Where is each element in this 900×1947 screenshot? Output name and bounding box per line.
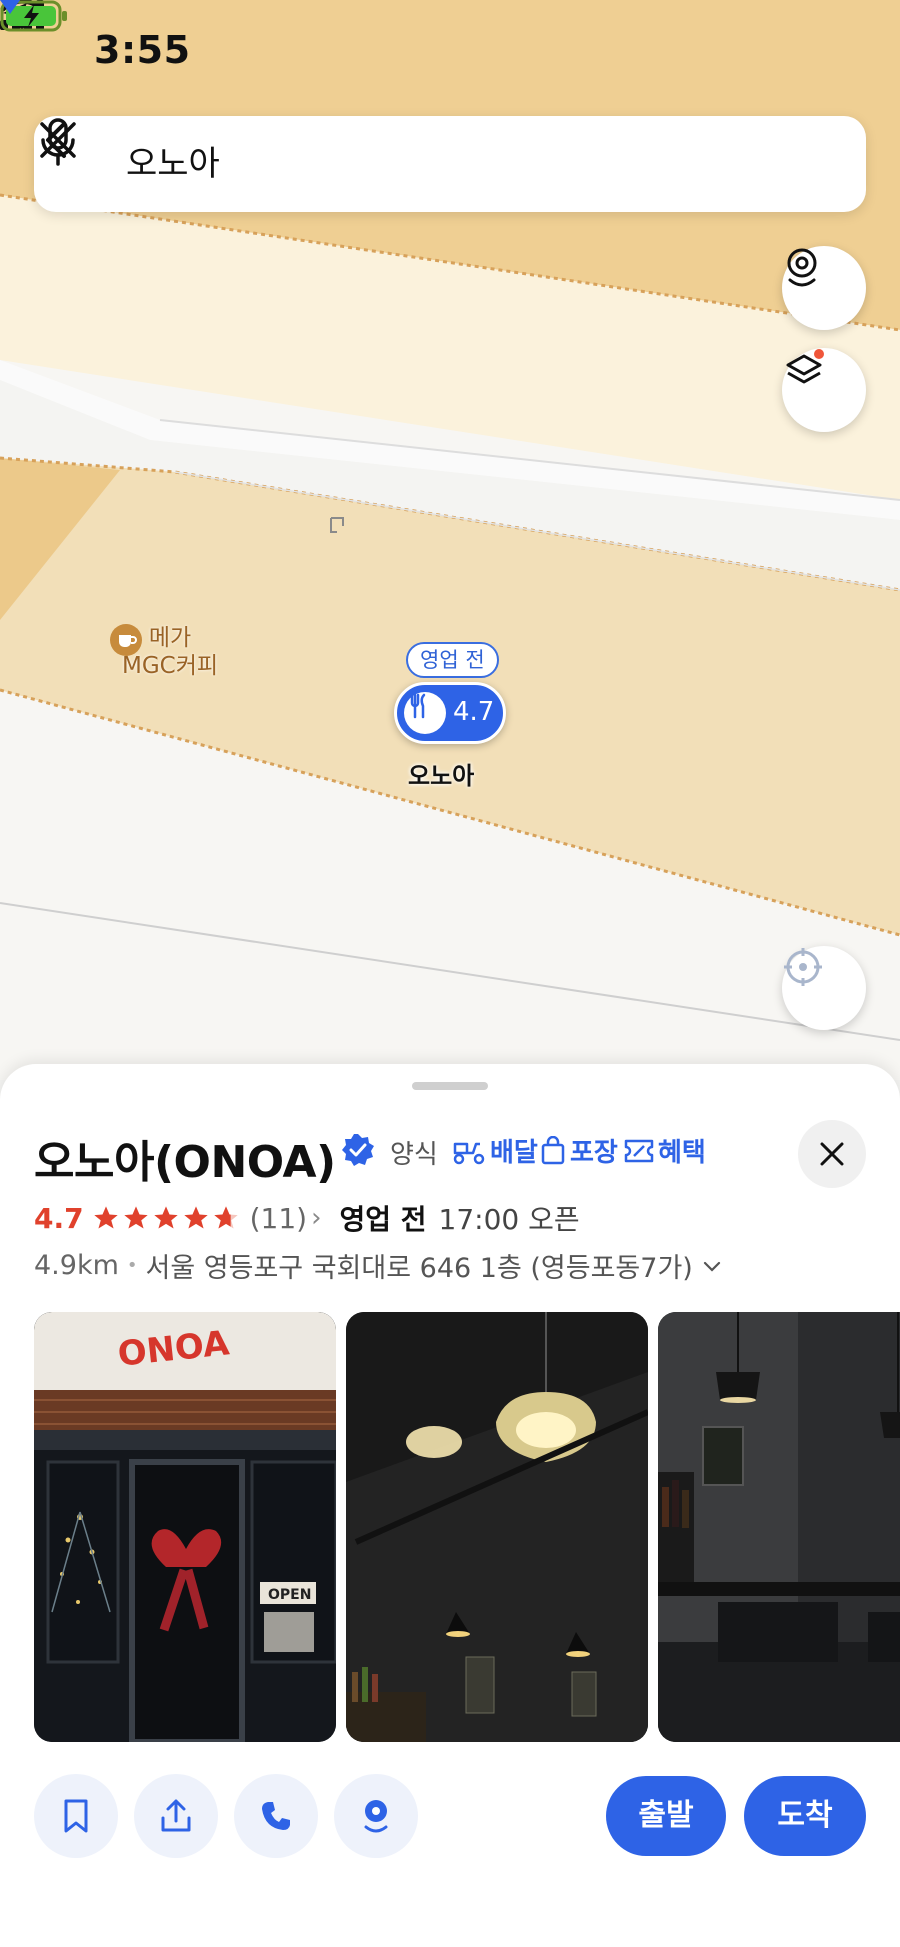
call-button[interactable]: [234, 1774, 318, 1858]
street-view-action-button[interactable]: [334, 1774, 418, 1858]
save-bookmark-button[interactable]: [34, 1774, 118, 1858]
restaurant-icon: [404, 692, 446, 734]
separator-dot: •: [126, 1255, 138, 1276]
map-view[interactable]: 3:55 오노아 메가 MGC커피 영업 전 4.7 오노아: [0, 0, 900, 1080]
poi-cafe[interactable]: 메가 MGC커피: [110, 624, 230, 680]
rating-row[interactable]: 4.7 (11) › 영업 전 17:00 오픈: [34, 1198, 580, 1238]
service-delivery[interactable]: 배달: [452, 1132, 538, 1169]
map-layers-button[interactable]: [782, 348, 866, 432]
search-query[interactable]: 오노아: [126, 140, 220, 188]
address-row[interactable]: 4.9km • 서울 영등포구 국회대로 646 1층 (영등포동7가): [34, 1246, 723, 1285]
photo-dining-room[interactable]: [658, 1312, 900, 1742]
pin-rating: 4.7: [453, 697, 495, 727]
pin-status-badge: 영업 전: [406, 642, 499, 678]
dining-room-photo: [658, 1312, 900, 1742]
sheet-drag-handle[interactable]: [412, 1082, 488, 1090]
pin-place-name: 오노아: [408, 762, 475, 790]
photo-carousel[interactable]: ONOA OPEN: [34, 1312, 900, 1742]
photo-interior-lamp[interactable]: [346, 1312, 648, 1742]
status-time: 3:55: [94, 28, 191, 72]
star-icon: [153, 1206, 178, 1229]
rating-score: 4.7: [34, 1201, 84, 1235]
open-status: 영업 전: [339, 1203, 427, 1236]
street-view-icon: [364, 1800, 388, 1833]
selected-place-pin[interactable]: 4.7: [394, 682, 506, 744]
phone-icon: [262, 1802, 290, 1830]
status-bar: 3:55: [0, 0, 900, 110]
photo-storefront[interactable]: ONOA OPEN: [34, 1312, 336, 1742]
star-half-icon: [213, 1206, 238, 1229]
current-location-button[interactable]: [782, 946, 866, 1030]
service-delivery-label: 배달: [490, 1138, 538, 1168]
star-icon: [123, 1206, 148, 1229]
service-takeout-label: 포장: [570, 1138, 618, 1168]
place-detail-sheet[interactable]: 오노아(ONOA) 양식 배달 포장 혜택 4.7 (11) › 영업 전 17…: [0, 1064, 900, 1947]
crosshair-icon: [784, 948, 822, 986]
chevron-right-icon: ›: [311, 1203, 322, 1233]
pin-tail: [0, 0, 20, 14]
share-button[interactable]: [134, 1774, 218, 1858]
storefront-photo: ONOA OPEN: [34, 1312, 336, 1742]
chevron-down-icon: [703, 1261, 720, 1272]
arrive-button[interactable]: 도착: [744, 1776, 866, 1856]
opening-hours: 17:00 오픈: [438, 1203, 580, 1236]
service-takeout[interactable]: 포장: [540, 1132, 618, 1169]
place-category: 양식: [390, 1140, 438, 1170]
coupon-icon: [624, 1139, 654, 1162]
depart-button[interactable]: 출발: [606, 1776, 726, 1856]
rating-stars: [92, 1204, 240, 1232]
layers-icon: [786, 349, 824, 384]
bookmark-icon: [64, 1799, 88, 1833]
service-benefit-label: 혜택: [658, 1138, 706, 1168]
review-count[interactable]: (11): [250, 1202, 307, 1235]
street-view-icon: [787, 248, 817, 287]
place-title: 오노아(ONOA): [34, 1137, 336, 1188]
shopping-bag-icon: [541, 1135, 565, 1164]
sheet-close-button[interactable]: [798, 1120, 866, 1188]
distance: 4.9km: [34, 1250, 119, 1281]
verified-badge-icon: [342, 1134, 374, 1166]
search-bar[interactable]: 오노아: [34, 116, 866, 212]
share-icon: [161, 1799, 191, 1832]
close-icon: [820, 1142, 844, 1166]
close-icon[interactable]: [34, 116, 82, 164]
street-view-button[interactable]: [782, 246, 866, 330]
poi-cafe-name-line2: MGC커피: [121, 653, 219, 679]
coffee-cup-icon: [110, 624, 142, 656]
storefront-door-sign: OPEN: [268, 1587, 311, 1603]
service-benefit[interactable]: 혜택: [624, 1132, 706, 1169]
delivery-scooter-icon: [453, 1142, 485, 1164]
lamp-photo: [346, 1312, 648, 1742]
address: 서울 영등포구 국회대로 646 1층 (영등포동7가): [145, 1253, 693, 1284]
star-icon: [183, 1206, 208, 1229]
star-icon: [93, 1206, 118, 1229]
